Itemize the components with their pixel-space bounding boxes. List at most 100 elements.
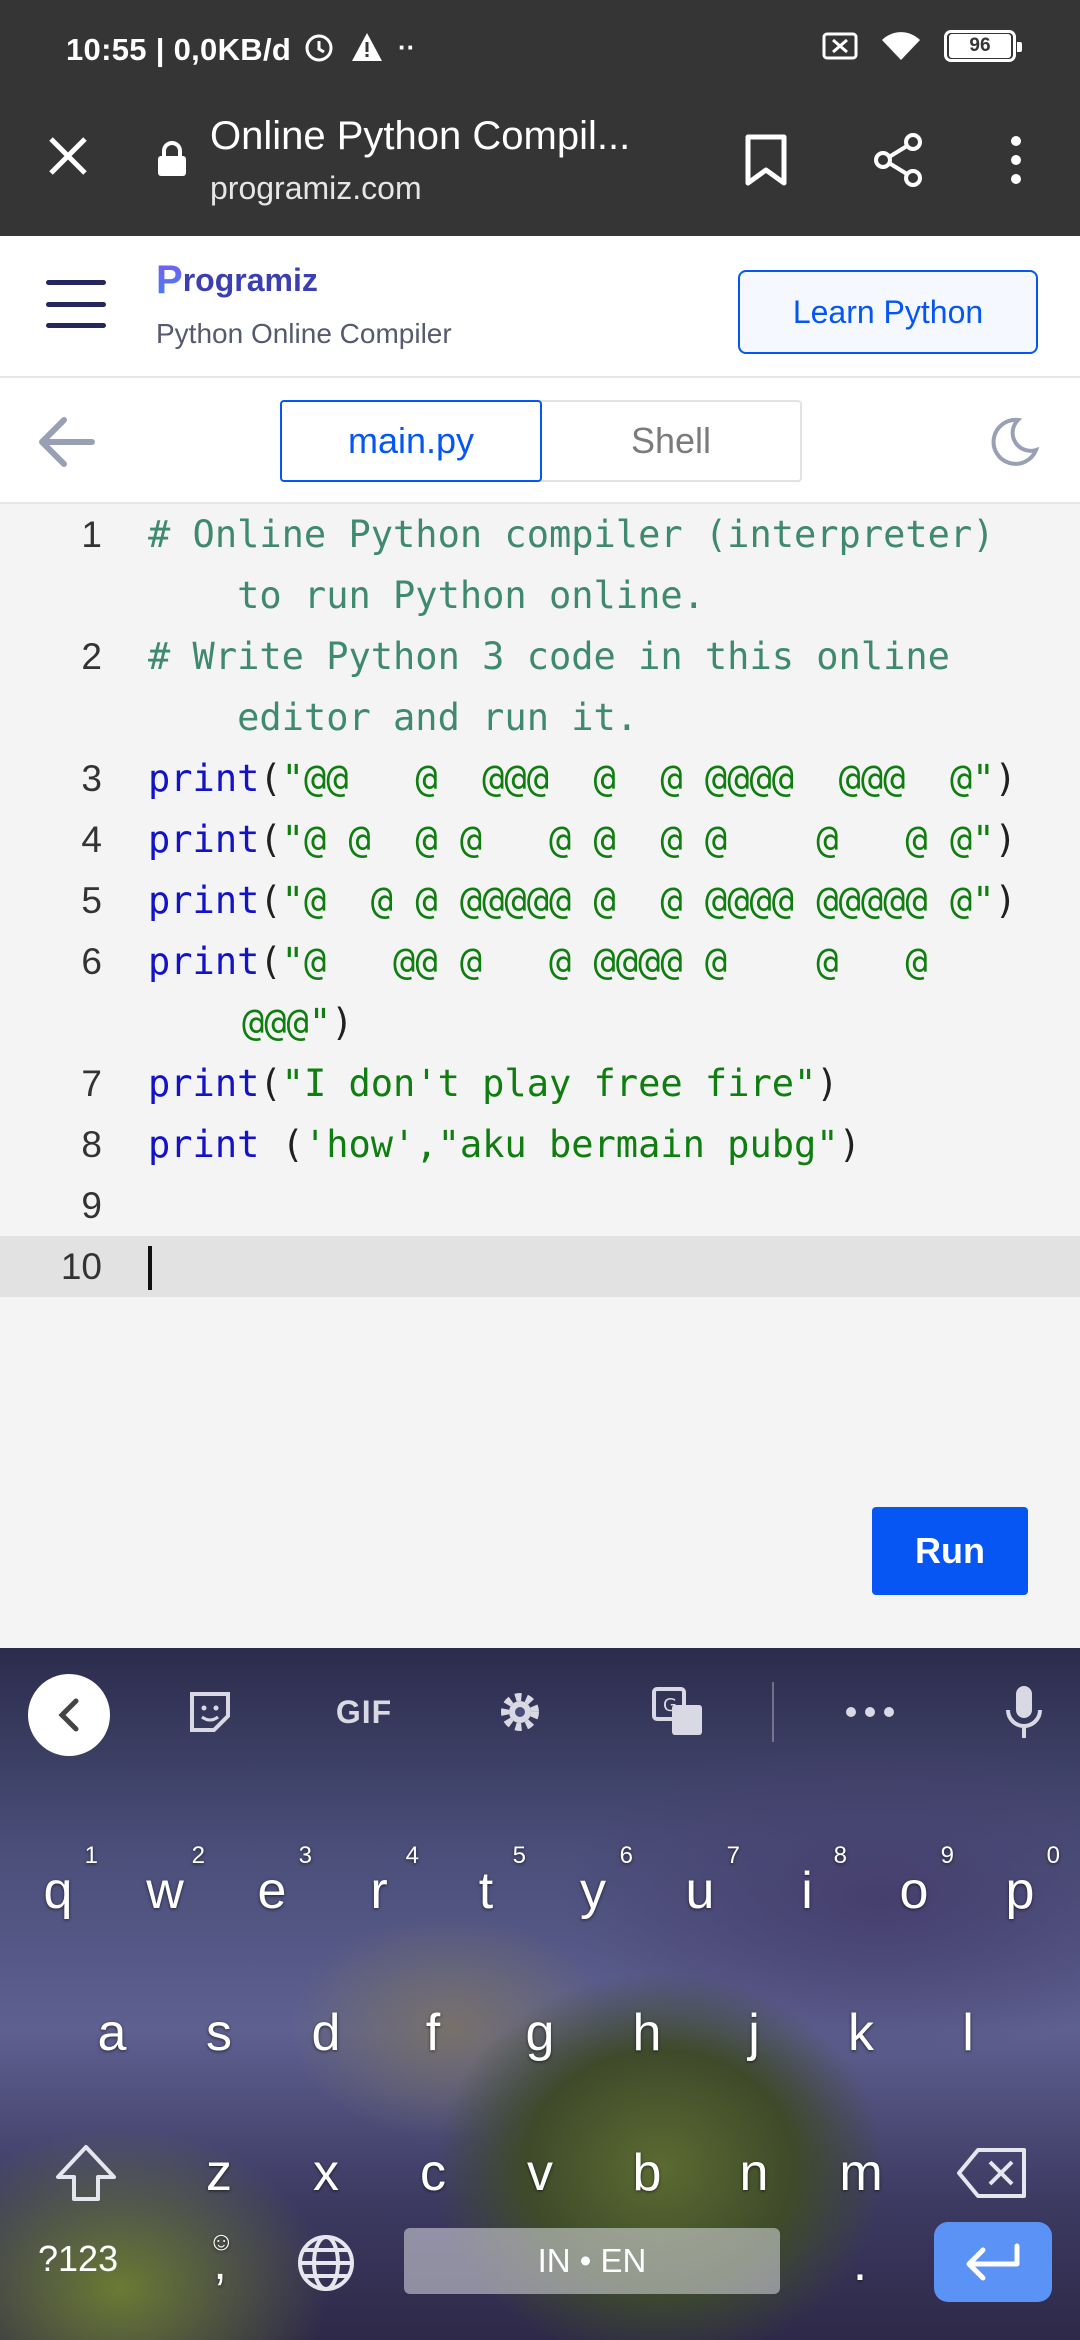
key-a[interactable]: a (62, 1978, 162, 2088)
more-vert-icon (1011, 136, 1021, 184)
sticker-button[interactable] (180, 1682, 240, 1742)
status-bar: 10:55 | 0,0KB/d ·· 96 (0, 0, 1080, 100)
programiz-logo[interactable]: Programiz (156, 258, 318, 303)
code-text: # Online Python compiler (interpreter) (148, 513, 995, 556)
code-line-wrap: @@@") (0, 992, 1080, 1053)
battery-icon: 96 (944, 30, 1022, 62)
bookmark-icon (745, 134, 787, 186)
alarm-icon (305, 34, 333, 62)
microphone-icon (1006, 1686, 1042, 1738)
translate-button[interactable]: G (648, 1682, 708, 1742)
code-line: 4 print("@ @ @ @ @ @ @ @ @ @ @") (0, 809, 1080, 870)
code-text: print("@ @ @ @@@@@ @ @ @@@@ @@@@@ @") (148, 879, 1017, 922)
shift-icon (56, 2145, 116, 2201)
keyboard-settings-button[interactable] (490, 1682, 550, 1742)
key-o[interactable]: o9 (864, 1836, 964, 1946)
more-notifications-icon: ·· (398, 31, 416, 62)
menu-icon[interactable] (46, 280, 106, 328)
code-line: 9 (0, 1175, 1080, 1236)
url-host[interactable]: programiz.com (210, 170, 422, 207)
close-icon (49, 137, 87, 175)
learn-python-button[interactable]: Learn Python (738, 270, 1038, 354)
back-arrow-icon[interactable] (36, 414, 96, 470)
code-text: # Write Python 3 code in this online (148, 635, 950, 678)
emoji-hint-icon: ☺ (208, 2226, 235, 2256)
key-n[interactable]: n (704, 2118, 804, 2228)
code-text: print ('how',"aku bermain pubg") (148, 1123, 861, 1166)
dark-mode-icon[interactable] (988, 416, 1040, 468)
code-text: print("@ @@ @ @ @@@@ @ @ @ (148, 940, 928, 983)
editor-tabs-bar: main.py Shell (0, 378, 1080, 504)
bookmark-button[interactable] (734, 128, 798, 192)
sim-off-icon (822, 32, 858, 60)
code-editor[interactable]: 1 # Online Python compiler (interpreter)… (0, 504, 1080, 1646)
voice-input-button[interactable] (996, 1682, 1052, 1742)
key-d[interactable]: d (276, 1978, 376, 2088)
soft-keyboard: GIF G q1 w2 e3 r4 t5 y6 u7 i8 o9 p0 a s … (0, 1648, 1080, 2340)
key-h[interactable]: h (597, 1978, 697, 2088)
gif-button[interactable]: GIF (326, 1682, 402, 1742)
key-f[interactable]: f (383, 1978, 483, 2088)
language-key[interactable] (276, 2208, 376, 2318)
key-r[interactable]: r4 (329, 1836, 429, 1946)
browser-toolbar: Online Python Compil... programiz.com (0, 100, 1080, 236)
run-button[interactable]: Run (872, 1507, 1028, 1595)
svg-text:G: G (663, 1695, 677, 1716)
site-subtitle: Python Online Compiler (156, 318, 452, 349)
line-number: 6 (81, 941, 102, 982)
line-number: 2 (81, 636, 102, 677)
code-line: 8 print ('how',"aku bermain pubg") (0, 1114, 1080, 1175)
key-s[interactable]: s (169, 1978, 269, 2088)
key-l[interactable]: l (918, 1978, 1018, 2088)
code-line-wrap: editor and run it. (0, 687, 1080, 748)
backspace-icon (957, 2148, 1026, 2198)
code-text: print("@@ @ @@@ @ @ @@@@ @@@ @") (148, 757, 1017, 800)
tab-main-py[interactable]: main.py (280, 400, 542, 482)
keyboard-collapse-button[interactable] (28, 1674, 110, 1756)
line-number: 3 (81, 758, 102, 799)
more-options-button[interactable] (984, 128, 1048, 192)
key-p[interactable]: p0 (970, 1836, 1070, 1946)
key-u[interactable]: u7 (650, 1836, 750, 1946)
tab-shell[interactable]: Shell (540, 400, 802, 482)
code-text: @@@") (242, 1001, 354, 1044)
line-number: 8 (81, 1124, 102, 1165)
close-tab-button[interactable] (36, 124, 100, 188)
line-number: 4 (81, 819, 102, 860)
code-line-active: 10 (0, 1236, 1080, 1297)
gear-icon (501, 1693, 539, 1731)
more-tools-button[interactable] (840, 1682, 900, 1742)
key-q[interactable]: q1 (8, 1836, 108, 1946)
enter-key[interactable] (934, 2222, 1052, 2302)
key-i[interactable]: i8 (757, 1836, 857, 1946)
status-time: 10:55 | 0,0KB/d (66, 32, 292, 67)
key-j[interactable]: j (704, 1978, 804, 2088)
space-bar[interactable]: IN • EN (404, 2228, 780, 2294)
code-text: print("I don't play free fire") (148, 1062, 839, 1105)
battery-level: 96 (949, 34, 1011, 58)
backspace-key[interactable] (942, 2118, 1042, 2228)
more-horiz-icon (846, 1707, 894, 1717)
key-c[interactable]: c (383, 2118, 483, 2228)
key-t[interactable]: t5 (436, 1836, 536, 1946)
key-e[interactable]: e3 (222, 1836, 322, 1946)
toolbar-divider (772, 1682, 774, 1742)
code-line-wrap: to run Python online. (0, 565, 1080, 626)
share-button[interactable] (866, 128, 930, 192)
shift-key[interactable] (36, 2118, 136, 2228)
period-key[interactable]: . (810, 2208, 910, 2318)
symbols-key[interactable]: ?123 (38, 2238, 118, 2280)
keyboard-toolbar: GIF G (0, 1648, 1080, 1774)
site-header: Programiz Python Online Compiler Learn P… (0, 236, 1080, 378)
key-v[interactable]: v (490, 2118, 590, 2228)
page-title[interactable]: Online Python Compil... (210, 114, 630, 159)
key-g[interactable]: g (490, 1978, 590, 2088)
line-number: 9 (81, 1185, 102, 1226)
key-y[interactable]: y6 (543, 1836, 643, 1946)
logo-initial: P (156, 258, 183, 302)
translate-icon: G (652, 1687, 702, 1735)
comma-key[interactable]: , ☺ (170, 2208, 270, 2318)
key-k[interactable]: k (811, 1978, 911, 2088)
key-b[interactable]: b (597, 2118, 697, 2228)
key-w[interactable]: w2 (115, 1836, 215, 1946)
